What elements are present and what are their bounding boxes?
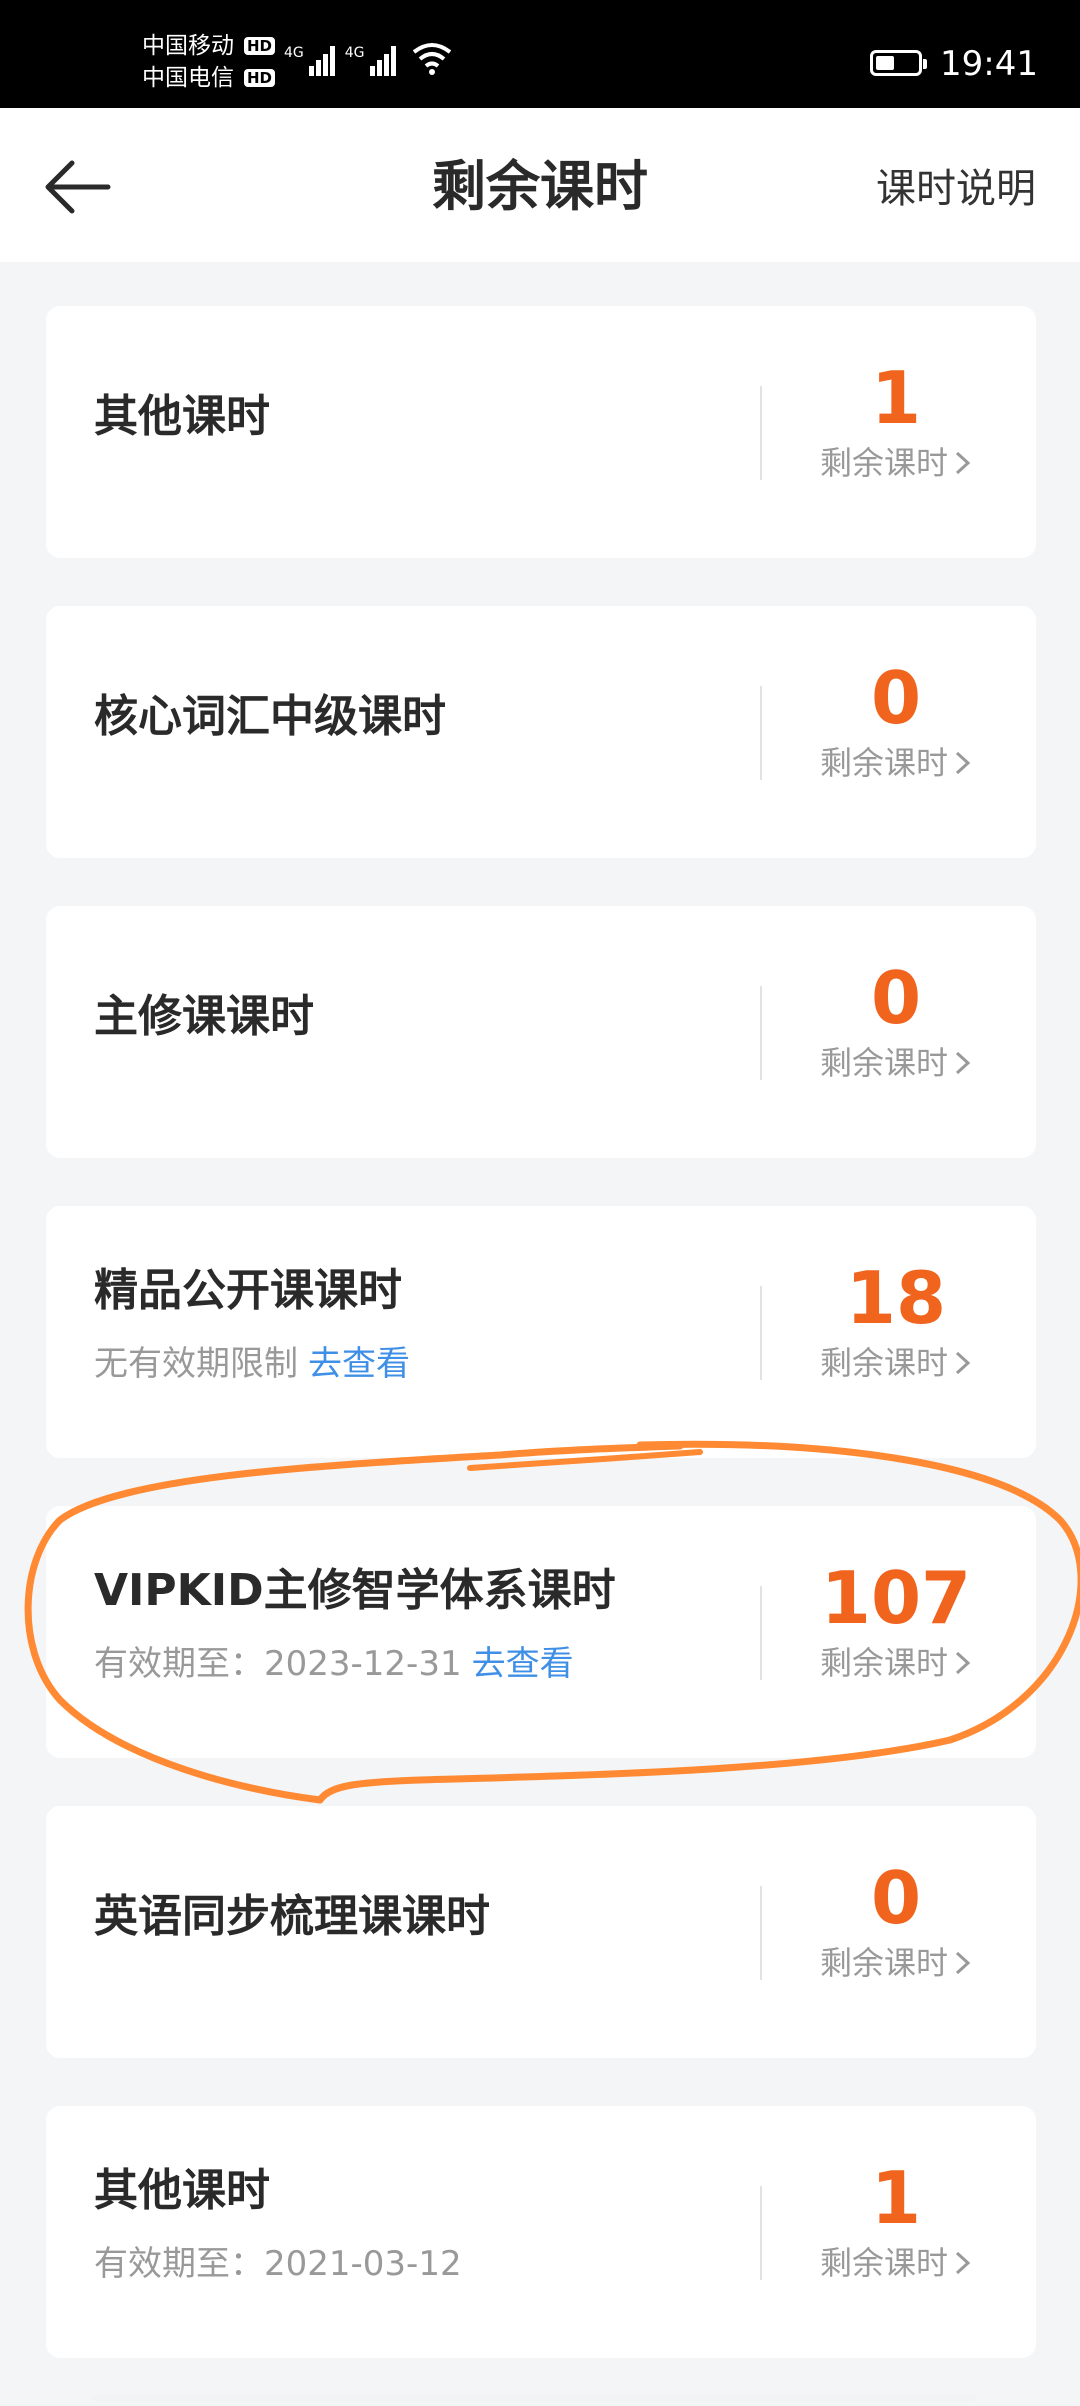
view-details-link[interactable]: 去查看 — [472, 1644, 574, 1684]
remaining-count-block[interactable]: 1 剩余课时 — [786, 358, 1006, 484]
carrier-2-label: 中国电信 — [142, 65, 234, 91]
course-hours-card-open-class[interactable]: 精品公开课课时 无有效期限制 去查看 18 剩余课时 — [46, 1206, 1036, 1458]
carrier-info: 中国移动 HD 中国电信 HD — [142, 30, 276, 94]
chevron-right-icon — [955, 1951, 971, 1975]
course-name: VIPKID主修智学体系课时 — [94, 1565, 616, 1616]
course-name: 其他课时 — [94, 391, 270, 442]
chevron-right-icon — [955, 1051, 971, 1075]
remaining-count: 18 — [845, 1256, 947, 1340]
course-hours-card-core-vocab[interactable]: 核心词汇中级课时 0 剩余课时 — [46, 606, 1036, 858]
remaining-caption: 剩余课时 — [819, 444, 948, 482]
remaining-count: 0 — [870, 656, 922, 740]
card-divider — [760, 1886, 762, 1980]
card-divider — [760, 1586, 762, 1680]
signal-indicators: 4G 4G — [284, 40, 452, 76]
course-hours-card-main-course[interactable]: 主修课课时 0 剩余课时 — [46, 906, 1036, 1158]
remaining-count-block[interactable]: 1 剩余课时 — [786, 2158, 1006, 2284]
remaining-count-block[interactable]: 0 剩余课时 — [786, 958, 1006, 1084]
course-name: 核心词汇中级课时 — [94, 691, 446, 742]
card-divider — [760, 386, 762, 480]
validity-label: 有效期至：2021-03-12 — [94, 2244, 462, 2284]
course-hours-card-other[interactable]: 其他课时 1 剩余课时 — [46, 306, 1036, 558]
remaining-count: 0 — [870, 956, 922, 1040]
remaining-count-block[interactable]: 0 剩余课时 — [786, 1858, 1006, 1984]
card-divider — [760, 2186, 762, 2280]
battery-level — [876, 56, 894, 70]
remaining-count: 107 — [820, 1556, 972, 1640]
remaining-count: 1 — [870, 356, 922, 440]
chevron-right-icon — [955, 1651, 971, 1675]
course-hours-list: 其他课时 1 剩余课时 核心词汇中级课时 0 剩余课时 主修课课时 0 剩余课时 — [46, 306, 1036, 2406]
validity-text: 有效期至：2023-12-31 去查看 — [94, 1642, 574, 1686]
validity-label: 有效期至：2023-12-31 — [94, 1644, 462, 1684]
app-header: 剩余课时 课时说明 — [0, 108, 1080, 262]
network-2-label: 4G — [344, 45, 365, 61]
course-hours-card-vipkid-main[interactable]: VIPKID主修智学体系课时 有效期至：2023-12-31 去查看 107 剩余… — [46, 1506, 1036, 1758]
remaining-caption: 剩余课时 — [819, 744, 948, 782]
remaining-count-block[interactable]: 107 剩余课时 — [786, 1558, 1006, 1684]
course-hours-card-english-sync[interactable]: 英语同步梳理课课时 0 剩余课时 — [46, 1806, 1036, 2058]
signal-1-icon: 4G — [284, 46, 335, 76]
validity-label: 无有效期限制 — [94, 1344, 298, 1384]
carrier-1-label: 中国移动 — [142, 33, 234, 59]
course-hours-card-other-expiring[interactable]: 其他课时 有效期至：2021-03-12 1 剩余课时 — [46, 2106, 1036, 2358]
chevron-right-icon — [955, 751, 971, 775]
card-divider — [760, 986, 762, 1080]
chevron-right-icon — [955, 451, 971, 475]
next-card-peek — [92, 2394, 976, 2402]
validity-text: 无有效期限制 去查看 — [94, 1342, 410, 1386]
status-bar: 中国移动 HD 中国电信 HD 4G 4G 19:41 — [0, 0, 1080, 108]
card-divider — [760, 1286, 762, 1380]
remaining-count: 1 — [870, 2156, 922, 2240]
signal-2-icon: 4G — [345, 46, 396, 76]
course-name: 英语同步梳理课课时 — [94, 1891, 490, 1942]
card-divider — [760, 686, 762, 780]
hd-badge: HD — [244, 37, 276, 55]
hd-badge: HD — [244, 69, 276, 87]
chevron-right-icon — [955, 2251, 971, 2275]
remaining-count: 0 — [870, 1856, 922, 1940]
course-name: 主修课课时 — [94, 991, 314, 1042]
remaining-caption: 剩余课时 — [819, 1644, 948, 1682]
status-time: 19:41 — [940, 44, 1038, 84]
remaining-caption: 剩余课时 — [819, 2244, 948, 2282]
view-details-link[interactable]: 去查看 — [308, 1344, 410, 1384]
remaining-caption: 剩余课时 — [819, 1344, 948, 1382]
remaining-caption: 剩余课时 — [819, 1044, 948, 1082]
remaining-count-block[interactable]: 0 剩余课时 — [786, 658, 1006, 784]
wifi-icon — [412, 43, 451, 75]
course-name: 其他课时 — [94, 2165, 270, 2216]
course-name: 精品公开课课时 — [94, 1265, 402, 1316]
validity-text: 有效期至：2021-03-12 — [94, 2242, 462, 2286]
battery-icon — [870, 50, 927, 76]
remaining-count-block[interactable]: 18 剩余课时 — [786, 1258, 1006, 1384]
network-1-label: 4G — [284, 45, 304, 61]
course-hours-info-link[interactable]: 课时说明 — [876, 164, 1036, 214]
remaining-caption: 剩余课时 — [819, 1944, 948, 1982]
chevron-right-icon — [955, 1351, 971, 1375]
